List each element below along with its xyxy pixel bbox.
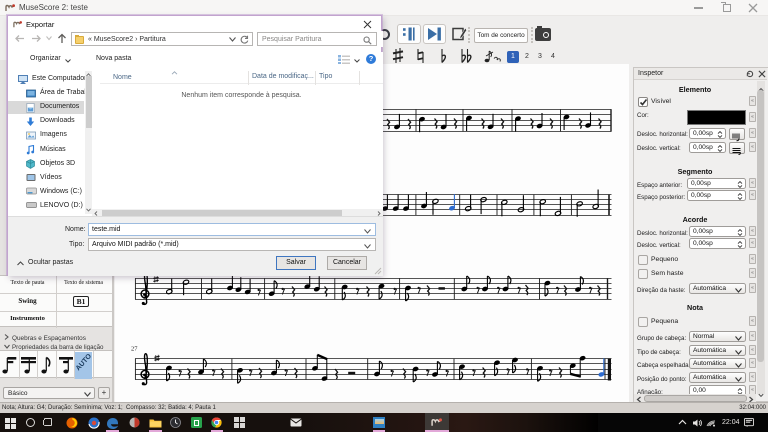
svg-text:27: 27 — [131, 346, 138, 353]
